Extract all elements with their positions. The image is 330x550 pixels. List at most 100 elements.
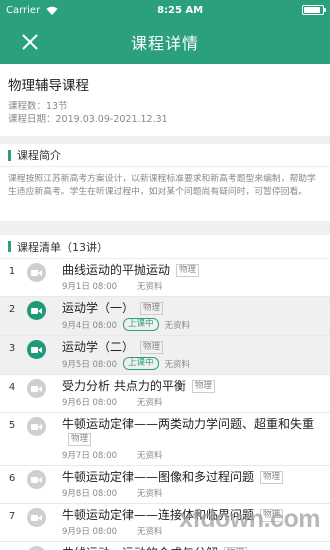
course-count: 课程数：13节 <box>8 101 68 112</box>
wifi-icon <box>46 6 58 15</box>
lesson-content: 牛顿运动定律——图像和多过程问题 物理 9月8日 08:00 无资料 <box>48 466 330 503</box>
video-icon-wrap <box>24 466 48 503</box>
subject-tag: 物理 <box>140 341 164 354</box>
video-camera-icon[interactable] <box>26 546 46 550</box>
lesson-row[interactable]: 5 牛顿运动定律——两类动力学问题、超重和失重物理 9月7日 08:00 无资料 <box>0 413 330 466</box>
lesson-row[interactable]: 8 曲线运动、运动的合成与分解物理 <box>0 542 330 550</box>
course-name: 物理辅导课程 <box>8 78 89 94</box>
lesson-material: 无资料 <box>137 398 163 408</box>
lesson-title-line: 牛顿运动定律——图像和多过程问题 物理 <box>62 470 324 485</box>
lesson-content: 牛顿运动定律——连接体和临界问题 物理 9月9日 08:00 无资料 <box>48 504 330 541</box>
lesson-title-line: 曲线运动、运动的合成与分解物理 <box>62 546 324 550</box>
lesson-index: 6 <box>8 473 16 484</box>
video-icon-wrap <box>24 504 48 541</box>
status-badge: 上课中 <box>123 357 159 370</box>
lesson-index: 8 <box>0 542 24 550</box>
page-title: 课程详情 <box>130 34 199 53</box>
lesson-index: 3 <box>8 343 16 354</box>
heading-accent-bar <box>8 241 11 252</box>
lesson-time: 9月5日 08:00 <box>62 359 118 370</box>
intro-text: 课程按照江苏新高考方案设计，以新课程标准要求和新高考题型来编制，帮助学生适应新高… <box>0 166 330 221</box>
lesson-meta: 9月4日 08:00 上课中 无资料 <box>62 318 324 331</box>
lesson-title: 运动学（一） <box>62 301 135 315</box>
lesson-time: 9月8日 08:00 <box>62 489 118 499</box>
lesson-title: 运动学（二） <box>62 340 135 354</box>
video-camera-icon[interactable] <box>26 379 46 398</box>
top-bar: Carrier 8:25 AM 课程详情 <box>0 0 330 64</box>
video-icon-wrap <box>24 259 48 296</box>
carrier-label: Carrier <box>6 4 41 16</box>
intro-heading: 课程简介 <box>0 144 330 166</box>
lesson-title-line: 运动学（二） 物理 <box>62 340 324 355</box>
video-camera-icon[interactable] <box>26 340 46 359</box>
lesson-row[interactable]: 3 运动学（二） 物理 9月5日 08:00 上课中 无资料 <box>0 336 330 375</box>
course-date: 课程日期：2019.03.09-2021.12.31 <box>8 114 168 125</box>
status-badge: 上课中 <box>123 318 159 331</box>
video-camera-icon[interactable] <box>26 508 46 527</box>
lesson-title: 曲线运动的平抛运动 <box>62 263 171 277</box>
lesson-time: 9月7日 08:00 <box>62 451 118 461</box>
course-info: 物理辅导课程 课程数：13节 课程日期：2019.03.09-2021.12.3… <box>0 64 330 136</box>
lesson-title-line: 牛顿运动定律——两类动力学问题、超重和失重物理 <box>62 417 324 447</box>
lesson-time: 9月1日 08:00 <box>62 282 118 292</box>
lesson-content: 牛顿运动定律——两类动力学问题、超重和失重物理 9月7日 08:00 无资料 <box>48 413 330 465</box>
battery-icon <box>302 5 326 15</box>
lesson-meta: 9月7日 08:00 无资料 <box>62 449 324 461</box>
subject-tag: 物理 <box>260 509 284 522</box>
nav-bar: 课程详情 <box>0 20 330 64</box>
video-camera-icon[interactable] <box>26 263 46 282</box>
lesson-title: 牛顿运动定律——图像和多过程问题 <box>62 470 255 484</box>
subject-tag: 物理 <box>260 471 284 484</box>
lesson-row[interactable]: 1 曲线运动的平抛运动 物理 9月1日 08:00 无资料 <box>0 259 330 297</box>
lesson-content: 运动学（二） 物理 9月5日 08:00 上课中 无资料 <box>48 336 330 374</box>
lesson-row[interactable]: 6 牛顿运动定律——图像和多过程问题 物理 9月8日 08:00 无资料 <box>0 466 330 504</box>
lesson-meta: 9月8日 08:00 无资料 <box>62 487 324 499</box>
lesson-title: 牛顿运动定律——两类动力学问题、超重和失重 <box>62 417 315 431</box>
list-heading: 课程清单（13讲） <box>0 235 330 259</box>
subject-tag: 物理 <box>140 302 164 315</box>
status-bar: Carrier 8:25 AM <box>0 0 330 20</box>
clock: 8:25 AM <box>157 4 204 16</box>
lesson-title: 牛顿运动定律——连接体和临界问题 <box>62 508 255 522</box>
lesson-material: 无资料 <box>137 489 163 499</box>
list-heading-label: 课程清单（13讲） <box>17 240 108 254</box>
intro-heading-label: 课程简介 <box>17 149 61 162</box>
lesson-meta: 9月9日 08:00 无资料 <box>62 525 324 537</box>
lesson-meta: 9月6日 08:00 无资料 <box>62 396 324 408</box>
lesson-material: 无资料 <box>164 320 191 331</box>
lesson-row[interactable]: 2 运动学（一） 物理 9月4日 08:00 上课中 无资料 <box>0 297 330 336</box>
lesson-title-line: 受力分析 共点力的平衡 物理 <box>62 379 324 394</box>
lesson-content: 运动学（一） 物理 9月4日 08:00 上课中 无资料 <box>48 297 330 335</box>
lesson-content: 曲线运动、运动的合成与分解物理 <box>48 542 330 550</box>
lesson-index: 4 <box>8 382 16 393</box>
lesson-index: 5 <box>8 420 16 431</box>
lesson-time: 9月9日 08:00 <box>62 527 118 537</box>
lesson-material: 无资料 <box>137 527 163 537</box>
lesson-meta: 9月1日 08:00 无资料 <box>62 280 324 292</box>
lesson-row[interactable]: 4 受力分析 共点力的平衡 物理 9月6日 08:00 无资料 <box>0 375 330 413</box>
video-camera-icon[interactable] <box>26 301 46 320</box>
lesson-index: 2 <box>8 304 16 315</box>
lesson-title-line: 运动学（一） 物理 <box>62 301 324 316</box>
video-icon-wrap <box>24 336 48 374</box>
lesson-time: 9月6日 08:00 <box>62 398 118 408</box>
lesson-material: 无资料 <box>137 282 163 292</box>
lesson-content: 曲线运动的平抛运动 物理 9月1日 08:00 无资料 <box>48 259 330 296</box>
subject-tag: 物理 <box>176 264 200 277</box>
close-icon[interactable] <box>20 32 40 52</box>
lesson-material: 无资料 <box>137 451 163 461</box>
video-icon-wrap <box>24 297 48 335</box>
video-camera-icon[interactable] <box>26 470 46 489</box>
lesson-content: 受力分析 共点力的平衡 物理 9月6日 08:00 无资料 <box>48 375 330 412</box>
lesson-title: 受力分析 共点力的平衡 <box>62 379 186 393</box>
lesson-index: 1 <box>8 266 16 277</box>
video-icon-wrap <box>24 375 48 412</box>
heading-accent-bar <box>8 149 11 161</box>
course-intro: 课程简介 课程按照江苏新高考方案设计，以新课程标准要求和新高考题型来编制，帮助学… <box>0 144 330 221</box>
video-icon-wrap <box>24 542 48 550</box>
lesson-title: 曲线运动、运动的合成与分解 <box>62 546 218 550</box>
video-camera-icon[interactable] <box>26 417 46 436</box>
lesson-meta: 9月5日 08:00 上课中 无资料 <box>62 357 324 370</box>
lesson-row[interactable]: 7 牛顿运动定律——连接体和临界问题 物理 9月9日 08:00 无资料 <box>0 504 330 542</box>
subject-tag: 物理 <box>68 433 92 446</box>
